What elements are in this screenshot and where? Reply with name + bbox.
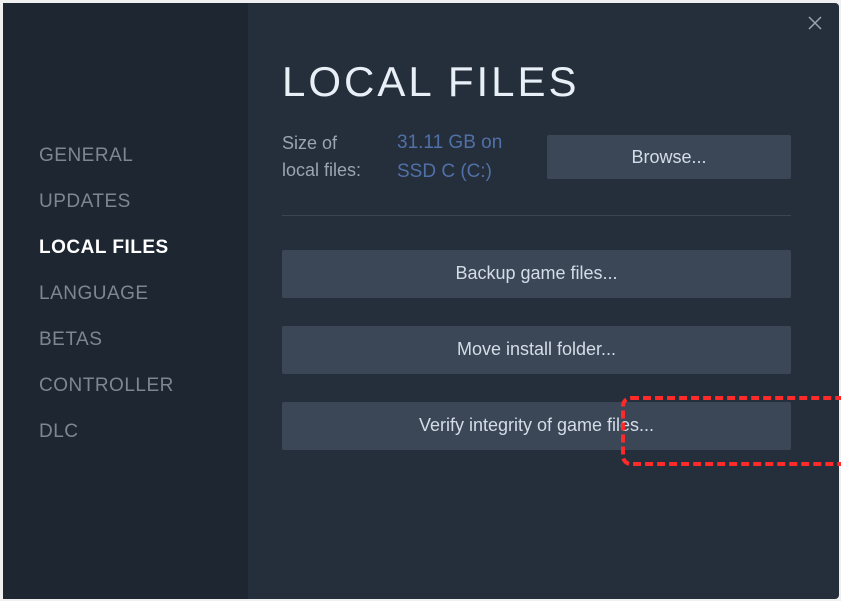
sidebar-item-label: CONTROLLER [39,375,174,396]
size-info-row: Size of local files: 31.11 GB on SSD C (… [282,128,791,216]
sidebar-item-label: GENERAL [39,145,133,166]
properties-modal: GENERAL UPDATES LOCAL FILES LANGUAGE BET… [3,3,839,599]
sidebar-item-betas[interactable]: BETAS [3,317,248,363]
size-label: Size of local files: [282,130,377,184]
sidebar-item-label: DLC [39,421,79,442]
move-install-button[interactable]: Move install folder... [282,326,791,374]
sidebar-item-label: LANGUAGE [39,283,149,304]
sidebar-item-dlc[interactable]: DLC [3,409,248,455]
sidebar-item-label: LOCAL FILES [39,237,169,258]
backup-button[interactable]: Backup game files... [282,250,791,298]
sidebar-item-label: BETAS [39,329,102,350]
sidebar-item-local-files[interactable]: LOCAL FILES [3,225,248,271]
size-value: 31.11 GB on SSD C (C:) [397,128,527,187]
sidebar-item-updates[interactable]: UPDATES [3,179,248,225]
sidebar-item-general[interactable]: GENERAL [3,133,248,179]
browse-button[interactable]: Browse... [547,135,791,179]
content-panel: LOCAL FILES Size of local files: 31.11 G… [248,3,839,599]
verify-integrity-button[interactable]: Verify integrity of game files... [282,402,791,450]
sidebar-item-language[interactable]: LANGUAGE [3,271,248,317]
sidebar-item-label: UPDATES [39,191,131,212]
page-title: LOCAL FILES [282,58,791,106]
sidebar: GENERAL UPDATES LOCAL FILES LANGUAGE BET… [3,3,248,599]
sidebar-item-controller[interactable]: CONTROLLER [3,363,248,409]
